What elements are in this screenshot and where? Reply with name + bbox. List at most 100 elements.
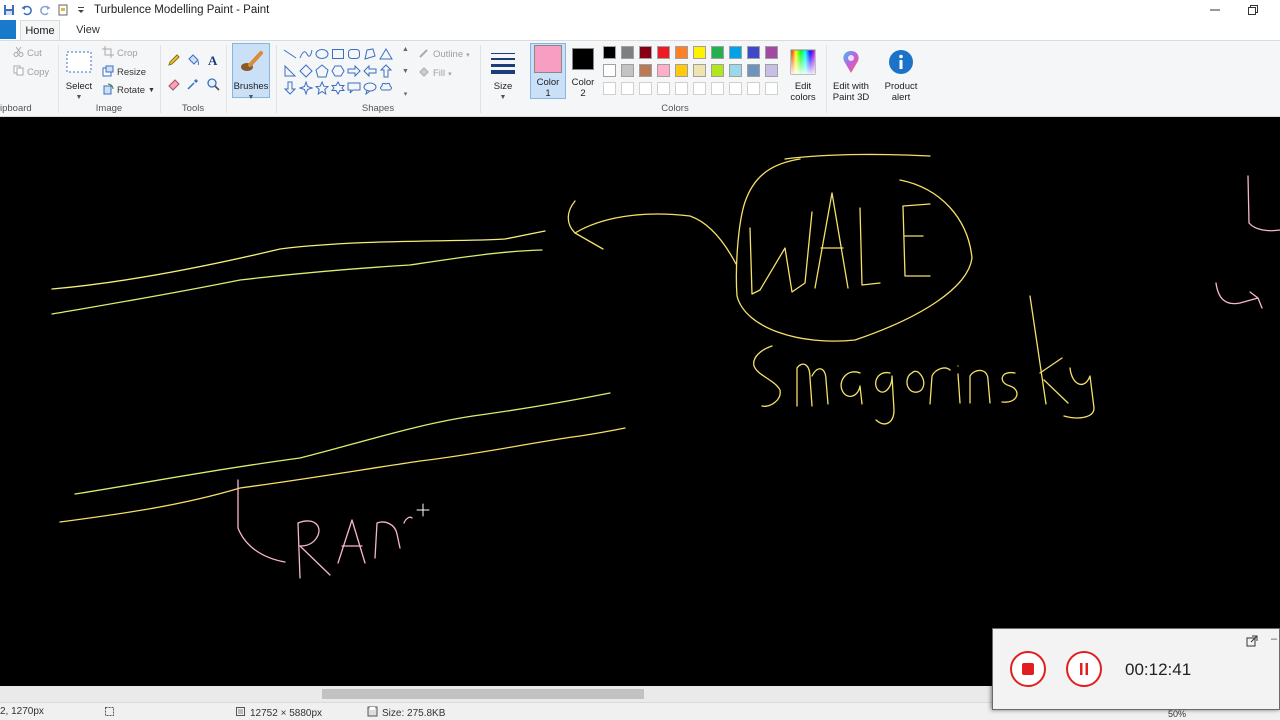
- palette-swatch[interactable]: [765, 46, 778, 59]
- customize-dropdown-icon[interactable]: [74, 3, 88, 17]
- crop-button[interactable]: Crop: [102, 46, 138, 61]
- shape-rounded-rectangle-icon[interactable]: [347, 47, 361, 61]
- palette-swatch[interactable]: [657, 64, 670, 77]
- palette-swatch[interactable]: [657, 82, 670, 95]
- shape-curve-icon[interactable]: [299, 47, 313, 61]
- color1-button[interactable]: Color 1: [532, 45, 564, 99]
- shape-rect-callout-icon[interactable]: [347, 81, 361, 95]
- shape-cloud-callout-icon[interactable]: [379, 81, 393, 95]
- shape-up-arrow-icon[interactable]: [379, 64, 393, 78]
- canvas-size: 12752 × 5880px: [235, 706, 322, 720]
- resize-button[interactable]: Resize: [102, 65, 146, 80]
- shapes-scroll[interactable]: ▲ ▼ ▾: [401, 46, 410, 98]
- palette-swatch[interactable]: [639, 82, 652, 95]
- text-tool-icon[interactable]: A: [206, 53, 220, 67]
- edit-with-paint3d-button[interactable]: Edit with Paint 3D: [830, 46, 872, 103]
- smagorinsky-k: [1029, 295, 1069, 405]
- palette-swatch[interactable]: [693, 64, 706, 77]
- shape-hexagon-icon[interactable]: [331, 64, 345, 78]
- close-icon[interactable]: –: [1271, 633, 1277, 645]
- shape-down-arrow-icon[interactable]: [283, 81, 297, 95]
- shape-five-point-star-icon[interactable]: [315, 81, 329, 95]
- tab-view[interactable]: View: [66, 20, 110, 40]
- pause-recording-button[interactable]: [1066, 651, 1102, 687]
- palette-swatch[interactable]: [729, 64, 742, 77]
- palette-swatch[interactable]: [603, 82, 616, 95]
- canvas-size-value: 12752 × 5880px: [250, 707, 323, 719]
- palette-swatch[interactable]: [603, 46, 616, 59]
- eraser-icon[interactable]: [167, 77, 181, 91]
- palette-swatch[interactable]: [675, 82, 688, 95]
- shape-right-triangle-icon[interactable]: [283, 64, 297, 78]
- shape-diamond-icon[interactable]: [299, 64, 313, 78]
- shape-right-arrow-icon[interactable]: [347, 64, 361, 78]
- shape-polygon-icon[interactable]: [363, 47, 377, 61]
- palette-swatch[interactable]: [711, 64, 724, 77]
- palette-swatch[interactable]: [621, 64, 634, 77]
- expand-icon[interactable]: [1246, 635, 1260, 649]
- palette-swatch[interactable]: [747, 64, 760, 77]
- stop-icon: [1022, 663, 1034, 675]
- shapes-more-icon[interactable]: ▾: [404, 90, 408, 98]
- magnifier-icon[interactable]: [206, 77, 220, 91]
- shape-triangle-icon[interactable]: [379, 47, 393, 61]
- scroll-down-icon[interactable]: ▼: [402, 68, 409, 75]
- shape-left-arrow-icon[interactable]: [363, 64, 377, 78]
- select-button[interactable]: Select ▼: [62, 46, 96, 103]
- minimize-button[interactable]: [1196, 0, 1234, 20]
- palette-swatch[interactable]: [621, 82, 634, 95]
- outline-button[interactable]: Outline ▾: [418, 47, 470, 62]
- palette-swatch[interactable]: [765, 64, 778, 77]
- scroll-up-icon[interactable]: ▲: [402, 46, 409, 53]
- color2-button[interactable]: Color 2: [568, 45, 598, 99]
- edit-colors-button[interactable]: Edit colors: [786, 46, 820, 103]
- scrollbar-thumb[interactable]: [322, 689, 644, 699]
- palette-swatch[interactable]: [729, 46, 742, 59]
- palette-swatch[interactable]: [603, 64, 616, 77]
- palette-swatch[interactable]: [711, 82, 724, 95]
- size-button[interactable]: Size ▼: [486, 46, 520, 103]
- palette-swatch[interactable]: [729, 82, 742, 95]
- file-icon[interactable]: [56, 3, 70, 17]
- palette-swatch[interactable]: [711, 46, 724, 59]
- edit-colors-line1: Edit: [794, 81, 812, 92]
- fill-bucket-icon[interactable]: [186, 53, 200, 67]
- drawing-canvas[interactable]: [0, 118, 1280, 686]
- shape-four-point-star-icon[interactable]: [299, 81, 313, 95]
- palette-swatch[interactable]: [675, 46, 688, 59]
- palette-swatch[interactable]: [747, 46, 760, 59]
- copy-button[interactable]: Copy: [13, 65, 49, 79]
- shape-pentagon-icon[interactable]: [315, 64, 329, 78]
- palette-swatch[interactable]: [693, 46, 706, 59]
- save-icon[interactable]: [2, 3, 16, 17]
- palette-swatch[interactable]: [765, 82, 778, 95]
- file-tab[interactable]: [0, 20, 16, 39]
- shape-rectangle-icon[interactable]: [331, 47, 345, 61]
- palette-swatch[interactable]: [693, 82, 706, 95]
- smagorinsky-y: [1063, 367, 1095, 419]
- shape-line-icon[interactable]: [283, 47, 297, 61]
- tab-home[interactable]: Home: [20, 20, 60, 40]
- color-picker-icon[interactable]: [186, 77, 200, 91]
- shape-oval-callout-icon[interactable]: [363, 81, 377, 95]
- product-alert-button[interactable]: Product alert: [880, 46, 922, 103]
- undo-icon[interactable]: [20, 3, 34, 17]
- fill-button[interactable]: Fill ▾: [418, 66, 452, 81]
- palette-swatch[interactable]: [621, 46, 634, 59]
- palette-swatch[interactable]: [747, 82, 760, 95]
- palette-swatch[interactable]: [675, 64, 688, 77]
- shape-six-point-star-icon[interactable]: [331, 81, 345, 95]
- palette-swatch[interactable]: [639, 46, 652, 59]
- shape-oval-icon[interactable]: [315, 47, 329, 61]
- cursor-position: 2, 1270px: [0, 706, 44, 717]
- restore-button[interactable]: [1234, 0, 1272, 20]
- cut-button[interactable]: Cut: [13, 46, 42, 60]
- redo-icon[interactable]: [38, 3, 52, 17]
- rotate-button[interactable]: Rotate ▼: [102, 83, 155, 98]
- palette-swatch[interactable]: [657, 46, 670, 59]
- palette-swatch[interactable]: [639, 64, 652, 77]
- stop-recording-button[interactable]: [1010, 651, 1046, 687]
- brushes-button[interactable]: Brushes ▼: [232, 46, 270, 103]
- pencil-icon[interactable]: [167, 53, 181, 67]
- rotate-dropdown-icon: ▼: [148, 87, 155, 94]
